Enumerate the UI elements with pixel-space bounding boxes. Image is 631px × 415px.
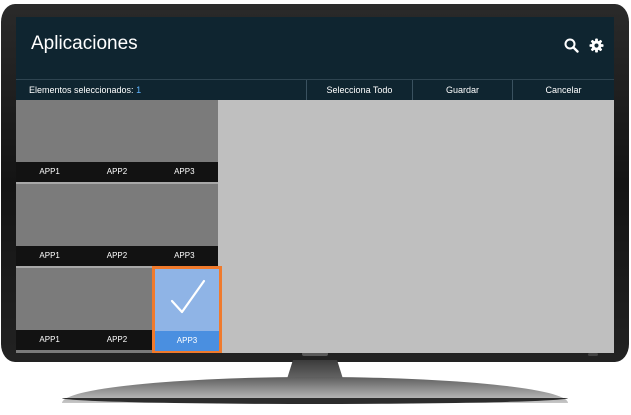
selected-items-count: 1	[136, 85, 142, 95]
gear-icon[interactable]	[589, 38, 604, 53]
tv-stand-shadow	[62, 398, 568, 404]
select-all-button[interactable]: Selecciona Todo	[306, 80, 412, 100]
tv-power-led	[588, 353, 598, 356]
app-labels: APP1 APP2 APP3	[16, 162, 218, 182]
selected-items-status: Elementos seleccionados: 1	[29, 85, 141, 95]
app-label[interactable]: APP2	[83, 246, 150, 266]
app-label[interactable]: APP1	[16, 330, 83, 350]
selected-items-label: Elementos seleccionados:	[29, 85, 134, 95]
cancel-button[interactable]: Cancelar	[512, 80, 614, 100]
app-thumbnails[interactable]	[16, 100, 218, 162]
search-icon[interactable]	[564, 38, 579, 53]
app-label[interactable]: APP1	[16, 162, 83, 182]
app-label[interactable]: APP3	[151, 162, 218, 182]
app-header: Aplicaciones	[16, 17, 614, 79]
tv-screen: Aplicaciones Elementos seleccionados: 1 …	[16, 17, 614, 353]
selected-app-label: APP3	[155, 331, 219, 351]
selection-toolbar: Elementos seleccionados: 1 Selecciona To…	[16, 79, 614, 100]
selected-app-tile[interactable]: APP3	[152, 266, 222, 353]
app-label[interactable]: APP2	[83, 330, 150, 350]
app-label[interactable]: APP1	[16, 246, 83, 266]
app-label[interactable]: APP3	[151, 246, 218, 266]
header-icons	[564, 38, 604, 53]
apps-grid-row: APP1 APP2 APP3	[16, 100, 218, 183]
app-labels: APP1 APP2 APP3	[16, 246, 218, 266]
page-title: Aplicaciones	[31, 33, 138, 54]
apps-grid-row: APP1 APP2 APP3	[16, 184, 218, 267]
checkmark-icon	[170, 279, 206, 314]
app-label[interactable]: APP2	[83, 162, 150, 182]
app-thumbnails[interactable]	[16, 184, 218, 246]
save-button[interactable]: Guardar	[412, 80, 512, 100]
